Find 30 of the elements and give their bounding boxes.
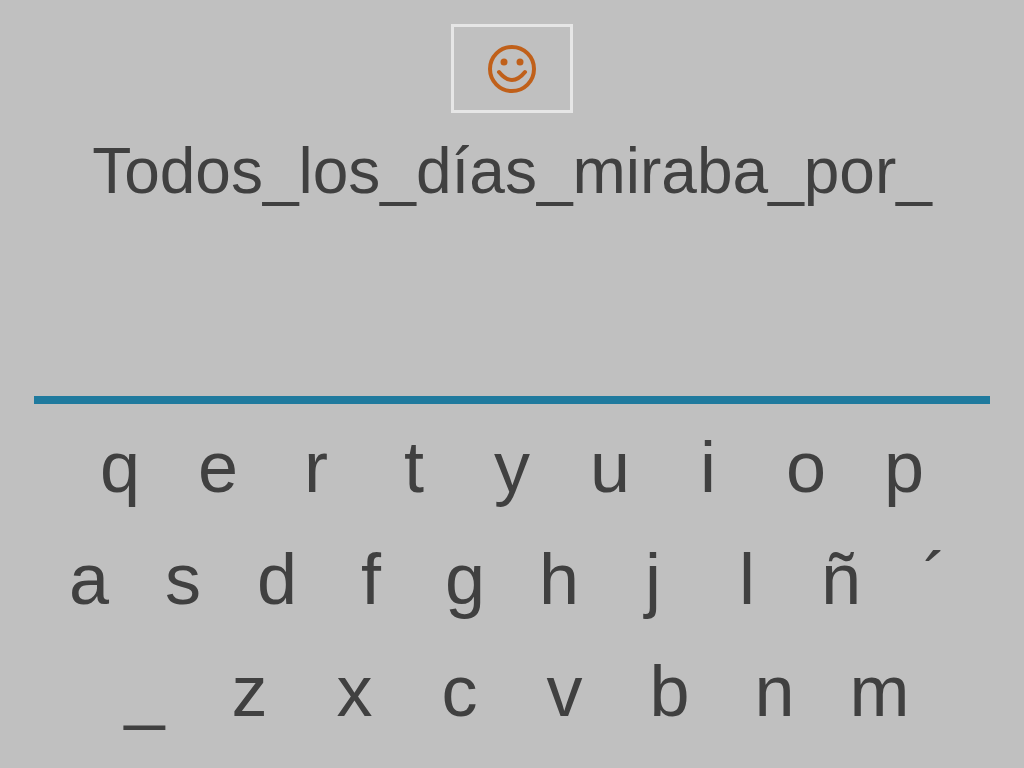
letter-key[interactable]: j xyxy=(606,529,700,629)
hint-button[interactable] xyxy=(451,24,573,113)
letter-key[interactable]: d xyxy=(230,529,324,629)
letter-key[interactable]: ñ xyxy=(794,529,888,629)
letter-key[interactable]: v xyxy=(512,641,617,741)
letter-key[interactable]: f xyxy=(324,529,418,629)
sentence-text: Todos_los_días_miraba_por_ xyxy=(92,134,932,209)
letter-key[interactable]: i xyxy=(659,417,757,517)
letter-key[interactable]: q xyxy=(71,417,169,517)
letter-key[interactable]: r xyxy=(267,417,365,517)
letter-key[interactable]: o xyxy=(757,417,855,517)
letter-key[interactable]: b xyxy=(617,641,722,741)
letter-key[interactable]: a xyxy=(42,529,136,629)
letter-key[interactable]: s xyxy=(136,529,230,629)
letter-key[interactable]: ´ xyxy=(888,529,982,629)
letter-key[interactable]: n xyxy=(722,641,827,741)
letter-key[interactable]: g xyxy=(418,529,512,629)
letter-key[interactable]: _ xyxy=(92,641,197,741)
letter-key[interactable]: l xyxy=(700,529,794,629)
letter-key[interactable]: p xyxy=(855,417,953,517)
letter-key[interactable]: e xyxy=(169,417,267,517)
letter-key[interactable]: h xyxy=(512,529,606,629)
smiley-icon xyxy=(487,43,537,94)
letter-key[interactable]: x xyxy=(302,641,407,741)
letter-key[interactable]: z xyxy=(197,641,302,741)
letter-key[interactable]: c xyxy=(407,641,512,741)
letter-key[interactable]: t xyxy=(365,417,463,517)
letter-key[interactable]: y xyxy=(463,417,561,517)
letter-key[interactable]: u xyxy=(561,417,659,517)
letter-key[interactable]: m xyxy=(827,641,932,741)
